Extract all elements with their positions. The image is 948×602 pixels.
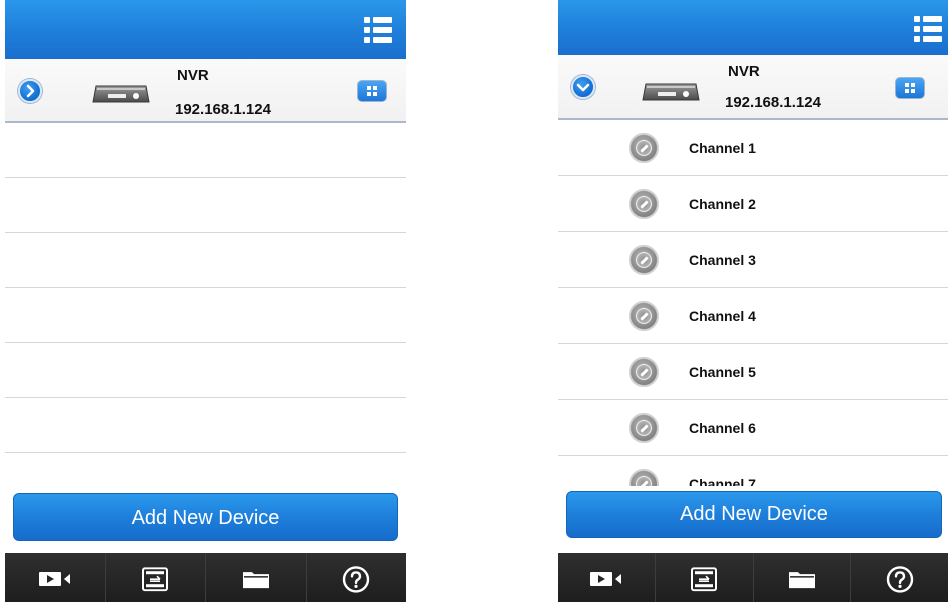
nvr-device-icon — [642, 83, 700, 101]
expand-arrow-icon[interactable] — [18, 79, 42, 103]
device-list-screen-collapsed: NVR 192.168.1.124 Add New Device — [5, 0, 406, 602]
help-icon — [886, 565, 913, 593]
device-name: NVR — [177, 67, 209, 84]
add-new-device-button[interactable]: Add New Device — [13, 493, 398, 541]
channel-label: Channel 6 — [689, 420, 756, 436]
top-bar — [558, 0, 948, 55]
channel-label: Channel 4 — [689, 308, 756, 324]
device-list-screen-expanded: NVR 192.168.1.124 Channel 1 Channel 2 Ch… — [558, 0, 948, 602]
tab-files[interactable] — [754, 553, 852, 602]
camera-channel-icon — [629, 301, 659, 331]
list-item — [5, 233, 406, 288]
playback-icon — [142, 566, 169, 591]
channel-label: Channel 5 — [689, 364, 756, 380]
channel-item[interactable]: Channel 6 — [558, 400, 948, 456]
empty-list — [5, 123, 406, 508]
camera-channel-icon — [629, 357, 659, 387]
grid-view-icon[interactable] — [357, 80, 387, 102]
menu-icon[interactable] — [364, 17, 392, 43]
tab-playback[interactable] — [656, 553, 754, 602]
tab-help[interactable] — [851, 553, 948, 602]
add-device-area: Add New Device — [5, 490, 406, 553]
device-ip: 192.168.1.124 — [175, 101, 271, 118]
playback-icon — [691, 566, 718, 591]
channel-item[interactable]: Channel 4 — [558, 288, 948, 344]
list-item — [5, 123, 406, 178]
camera-channel-icon — [629, 413, 659, 443]
device-row[interactable]: NVR 192.168.1.124 — [5, 59, 406, 123]
channel-item[interactable]: Channel 3 — [558, 232, 948, 288]
bottom-tabbar — [5, 553, 406, 602]
device-row[interactable]: NVR 192.168.1.124 — [558, 55, 948, 120]
list-item — [5, 178, 406, 233]
channel-item[interactable]: Channel 7 — [558, 456, 948, 490]
device-ip: 192.168.1.124 — [725, 94, 821, 111]
tab-files[interactable] — [206, 553, 307, 602]
channel-label: Channel 3 — [689, 252, 756, 268]
nvr-device-icon — [92, 85, 150, 103]
tab-help[interactable] — [307, 553, 407, 602]
grid-view-icon[interactable] — [895, 77, 925, 99]
channel-list: Channel 1 Channel 2 Channel 3 Channel 4 … — [558, 120, 948, 490]
folder-icon — [788, 571, 815, 588]
tab-playback[interactable] — [106, 553, 206, 602]
list-item — [5, 398, 406, 453]
device-name: NVR — [728, 63, 760, 80]
channel-label: Channel 1 — [689, 140, 756, 156]
top-bar — [5, 0, 406, 59]
live-video-icon — [38, 571, 70, 586]
channel-label: Channel 2 — [689, 196, 756, 212]
camera-channel-icon — [629, 133, 659, 163]
camera-channel-icon — [629, 189, 659, 219]
channel-item[interactable]: Channel 5 — [558, 344, 948, 400]
live-video-icon — [590, 571, 622, 586]
camera-channel-icon — [629, 245, 659, 275]
add-device-area: Add New Device — [558, 486, 948, 553]
collapse-arrow-icon[interactable] — [571, 75, 595, 99]
tab-live-view[interactable] — [5, 553, 106, 602]
help-icon — [343, 565, 370, 593]
tab-live-view[interactable] — [558, 553, 656, 602]
channel-item[interactable]: Channel 1 — [558, 120, 948, 176]
list-item — [5, 343, 406, 398]
bottom-tabbar — [558, 553, 948, 602]
folder-icon — [242, 571, 269, 588]
add-new-device-button[interactable]: Add New Device — [566, 491, 942, 538]
channel-item[interactable]: Channel 2 — [558, 176, 948, 232]
list-item — [5, 288, 406, 343]
menu-icon[interactable] — [914, 16, 942, 42]
